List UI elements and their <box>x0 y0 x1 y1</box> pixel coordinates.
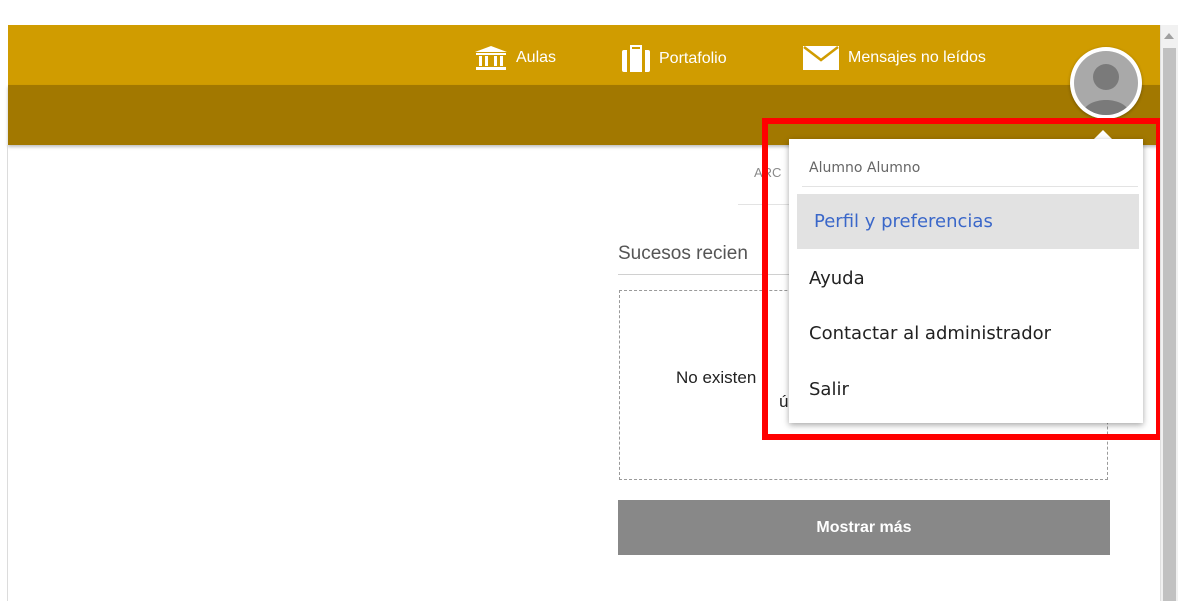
nav-portafolio[interactable]: Portafolio <box>621 45 727 73</box>
empty-message-line2: ú <box>779 392 789 411</box>
menu-item-contact-admin[interactable]: Contactar al administrador <box>797 306 1139 361</box>
scroll-up-arrow-icon[interactable] <box>1164 33 1174 39</box>
user-avatar-button[interactable] <box>1070 47 1142 119</box>
nav-aulas[interactable]: Aulas <box>474 45 556 71</box>
envelope-icon <box>802 45 840 71</box>
recent-events-title: Sucesos recien <box>618 243 748 264</box>
content-left-border <box>7 145 8 601</box>
top-navbar <box>8 25 1160 85</box>
secondary-bar <box>8 85 1160 145</box>
menu-item-help[interactable]: Ayuda <box>797 251 1139 306</box>
nav-portafolio-label: Portafolio <box>659 50 727 67</box>
briefcase-icon <box>621 45 651 73</box>
dropdown-user-name: Alumno Alumno <box>809 160 921 176</box>
menu-item-profile[interactable]: Perfil y preferencias <box>797 194 1139 249</box>
scrollbar-thumb[interactable] <box>1163 48 1176 601</box>
empty-message-line1: No existen <box>676 368 757 387</box>
show-more-button[interactable]: Mostrar más <box>618 500 1110 555</box>
user-avatar-icon <box>1074 51 1138 115</box>
nav-mensajes[interactable]: Mensajes no leídos <box>802 45 986 71</box>
category-label: ARC <box>754 165 782 180</box>
browser-top-strip <box>0 0 1160 25</box>
nav-aulas-label: Aulas <box>516 49 557 66</box>
nav-mensajes-label: Mensajes no leídos <box>848 49 986 66</box>
dropdown-divider <box>802 186 1138 187</box>
institution-icon <box>474 45 508 71</box>
menu-item-logout[interactable]: Salir <box>797 362 1139 417</box>
